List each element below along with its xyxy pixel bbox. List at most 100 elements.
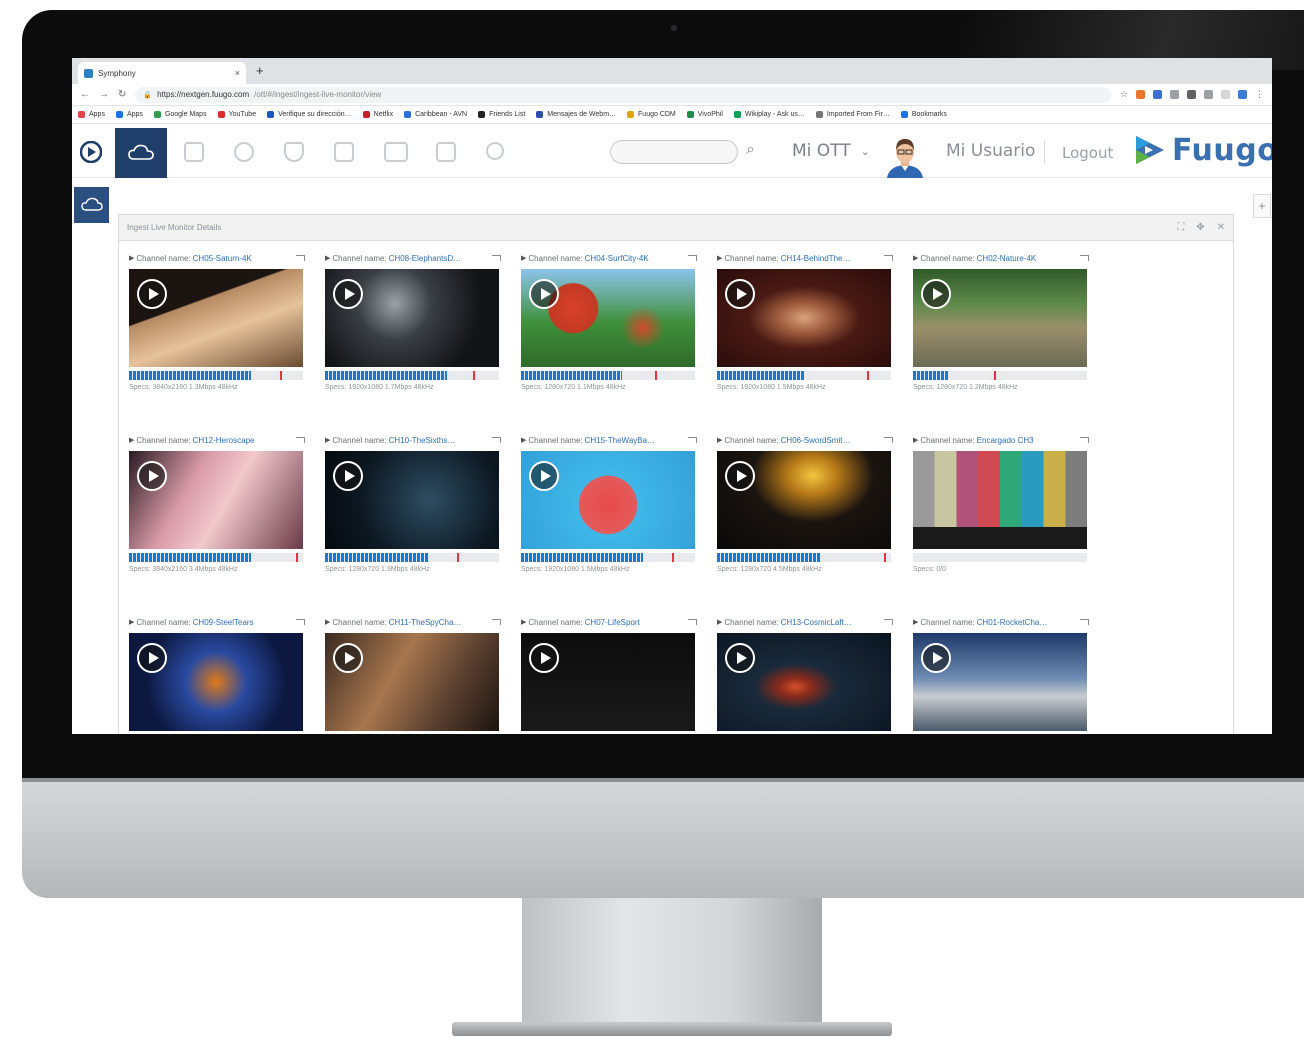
logout-button[interactable]: Logout — [1062, 144, 1113, 162]
video-thumbnail[interactable] — [129, 633, 303, 731]
play-icon[interactable] — [725, 461, 755, 491]
channel-name-link[interactable]: CH05-Saturn-4K — [193, 254, 252, 263]
expand-arrow-icon[interactable]: ▶ — [325, 618, 330, 626]
nav-grid-icon[interactable] — [436, 142, 456, 162]
channel-name-link[interactable]: CH14-BehindThe… — [781, 254, 851, 263]
channel-name-link[interactable]: CH07-LifeSport — [585, 618, 640, 627]
video-thumbnail[interactable] — [129, 269, 303, 367]
bookmark-item[interactable]: Friends List — [478, 111, 525, 118]
play-icon[interactable] — [137, 461, 167, 491]
play-icon[interactable] — [529, 643, 559, 673]
bookmark-item[interactable]: VivoPhil — [686, 111, 723, 118]
channel-card[interactable]: ▶ Channel name: CH10-TheSixths… Specs: 1280… — [325, 433, 501, 573]
address-bar[interactable]: 🔒 https://nextgen.fuugo.com/ott/#/ingest… — [135, 86, 1111, 103]
video-thumbnail[interactable] — [325, 269, 499, 367]
nav-settings-icon[interactable] — [234, 142, 254, 162]
bookmark-item[interactable]: Apps — [78, 111, 105, 118]
reload-icon[interactable]: ↻ — [118, 89, 126, 100]
extension-icon[interactable] — [1221, 90, 1230, 99]
forward-icon[interactable]: → — [99, 89, 109, 100]
channel-card[interactable]: ▶ Channel name: CH05-Saturn-4K Specs: 3840x… — [129, 251, 305, 391]
expand-arrow-icon[interactable]: ▶ — [325, 254, 330, 262]
channel-name-link[interactable]: CH11-TheSpyCha… — [389, 618, 462, 627]
bookmark-item[interactable]: Fuugo CDM — [627, 111, 676, 118]
expand-icon[interactable]: ⛶ — [1177, 222, 1184, 233]
expand-arrow-icon[interactable]: ▶ — [717, 254, 722, 262]
bookmark-item[interactable]: Mensajes de Webm… — [536, 111, 616, 118]
search-input[interactable] — [610, 140, 738, 164]
play-icon[interactable] — [137, 643, 167, 673]
play-icon[interactable] — [333, 643, 363, 673]
channel-name-link[interactable]: CH08-ElephantsD… — [389, 254, 461, 263]
channel-name-link[interactable]: CH04-SurfCity-4K — [585, 254, 649, 263]
play-icon[interactable] — [921, 643, 951, 673]
play-icon[interactable] — [333, 279, 363, 309]
rail-cloud-item[interactable] — [74, 187, 109, 223]
nav-document-icon[interactable] — [184, 142, 204, 162]
expand-arrow-icon[interactable]: ▶ — [913, 618, 918, 626]
channel-card[interactable]: ▶ Channel name: CH02-Nature-4K Specs: 1280x… — [913, 251, 1089, 391]
channel-name-link[interactable]: Encargado CH3 — [977, 436, 1034, 445]
channel-card[interactable]: ▶ Channel name: CH01-RocketCha… — [913, 615, 1089, 731]
channel-card[interactable]: ▶ Channel name: CH13-CosmicLaft… — [717, 615, 893, 731]
expand-arrow-icon[interactable]: ▶ — [717, 618, 722, 626]
video-thumbnail[interactable] — [913, 451, 1087, 549]
video-thumbnail[interactable] — [717, 269, 891, 367]
browser-tab[interactable]: Symphony × — [78, 62, 246, 84]
play-icon[interactable] — [333, 461, 363, 491]
video-thumbnail[interactable] — [521, 633, 695, 731]
expand-arrow-icon[interactable]: ▶ — [717, 436, 722, 444]
bookmark-item[interactable]: Netflix — [362, 111, 393, 118]
bookmark-item[interactable]: Bookmarks — [900, 111, 947, 118]
new-tab-button[interactable]: + — [256, 63, 264, 78]
bookmark-item[interactable]: Caribbean - AVN — [404, 111, 467, 118]
bookmark-item[interactable]: YouTube — [217, 111, 256, 118]
nav-cloud-ingest[interactable] — [115, 128, 167, 178]
extension-icon[interactable] — [1170, 90, 1179, 99]
channel-card[interactable]: ▶ Channel name: Encargado CH3 Specs: 0/0 — [913, 433, 1089, 573]
ott-selector[interactable]: Mi OTT ⌄ — [792, 141, 870, 161]
channel-name-link[interactable]: CH13-CosmicLaft… — [781, 618, 852, 627]
channel-name-link[interactable]: CH06-SwordSmit… — [781, 436, 851, 445]
nav-shield-icon[interactable] — [284, 142, 304, 162]
app-logo-icon[interactable] — [80, 141, 102, 163]
nav-megaphone-icon[interactable] — [334, 142, 354, 162]
channel-card[interactable]: ▶ Channel name: CH06-SwordSmit… Specs: 1280… — [717, 433, 893, 573]
channel-card[interactable]: ▶ Channel name: CH04-SurfCity-4K Specs: 128… — [521, 251, 697, 391]
add-panel-button[interactable]: + — [1253, 194, 1271, 218]
expand-arrow-icon[interactable]: ▶ — [521, 254, 526, 262]
search-icon[interactable]: ⌕ — [746, 141, 755, 159]
channel-name-link[interactable]: CH10-TheSixths… — [389, 436, 456, 445]
move-icon[interactable]: ✥ — [1196, 222, 1204, 233]
expand-arrow-icon[interactable]: ▶ — [521, 436, 526, 444]
play-icon[interactable] — [921, 279, 951, 309]
avatar[interactable] — [884, 136, 926, 178]
video-thumbnail[interactable] — [913, 633, 1087, 731]
expand-arrow-icon[interactable]: ▶ — [325, 436, 330, 444]
back-icon[interactable]: ← — [80, 89, 90, 100]
channel-name-link[interactable]: CH12-Heroscape — [193, 436, 255, 445]
video-thumbnail[interactable] — [325, 633, 499, 731]
channel-name-link[interactable]: CH02-Nature-4K — [977, 254, 1037, 263]
star-icon[interactable]: ☆ — [1120, 89, 1128, 100]
expand-arrow-icon[interactable]: ▶ — [129, 436, 134, 444]
channel-card[interactable]: ▶ Channel name: CH12-Heroscape Specs: 3840x… — [129, 433, 305, 573]
bookmark-item[interactable]: Apps — [115, 111, 143, 118]
user-menu[interactable]: Mi Usuario — [946, 141, 1035, 161]
close-icon[interactable]: ✕ — [1217, 222, 1225, 233]
channel-card[interactable]: ▶ Channel name: CH09-SteelTears — [129, 615, 305, 731]
expand-arrow-icon[interactable]: ▶ — [913, 254, 918, 262]
video-thumbnail[interactable] — [521, 269, 695, 367]
bookmark-item[interactable]: Verifique su dirección… — [267, 111, 352, 118]
channel-card[interactable]: ▶ Channel name: CH15-TheWayBa… Specs: 1920x… — [521, 433, 697, 573]
channel-card[interactable]: ▶ Channel name: CH07-LifeSport — [521, 615, 697, 731]
menu-icon[interactable]: ⋮ — [1255, 89, 1264, 100]
channel-name-link[interactable]: CH15-TheWayBa… — [585, 436, 655, 445]
channel-card[interactable]: ▶ Channel name: CH11-TheSpyCha… — [325, 615, 501, 731]
expand-arrow-icon[interactable]: ▶ — [129, 618, 134, 626]
play-icon[interactable] — [725, 643, 755, 673]
nav-users-icon[interactable] — [486, 142, 504, 160]
expand-arrow-icon[interactable]: ▶ — [521, 618, 526, 626]
expand-arrow-icon[interactable]: ▶ — [129, 254, 134, 262]
play-icon[interactable] — [137, 279, 167, 309]
